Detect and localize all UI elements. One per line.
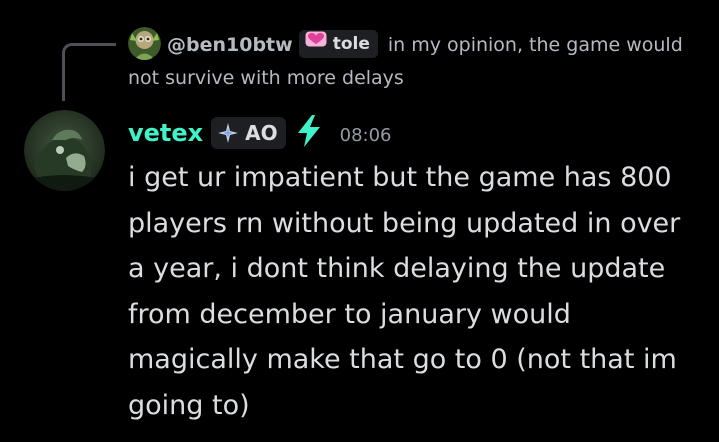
clan-tag-label: AO <box>245 121 278 145</box>
avatar[interactable] <box>24 110 105 191</box>
diamond-sparkle-icon <box>218 123 239 143</box>
username[interactable]: vetex <box>128 119 203 147</box>
reply-preview[interactable]: @ben10btw tole in my opinion, the game wou… <box>128 27 708 95</box>
clan-tag[interactable]: AO <box>211 117 286 149</box>
lightning-bolt-icon[interactable] <box>296 115 322 151</box>
message-text: i get ur impatient but the game has 800 … <box>128 162 681 421</box>
reply-username[interactable]: @ben10btw <box>167 34 293 56</box>
reply-tag-label: tole <box>332 33 370 54</box>
reply-user-tag[interactable]: tole <box>298 28 378 58</box>
reply-connector <box>62 43 116 101</box>
timestamp[interactable]: 08:06 <box>340 125 392 146</box>
reply-avatar[interactable] <box>128 27 161 60</box>
message-header: vetex AO 08:06 <box>128 115 392 151</box>
heart-icon <box>305 28 327 56</box>
